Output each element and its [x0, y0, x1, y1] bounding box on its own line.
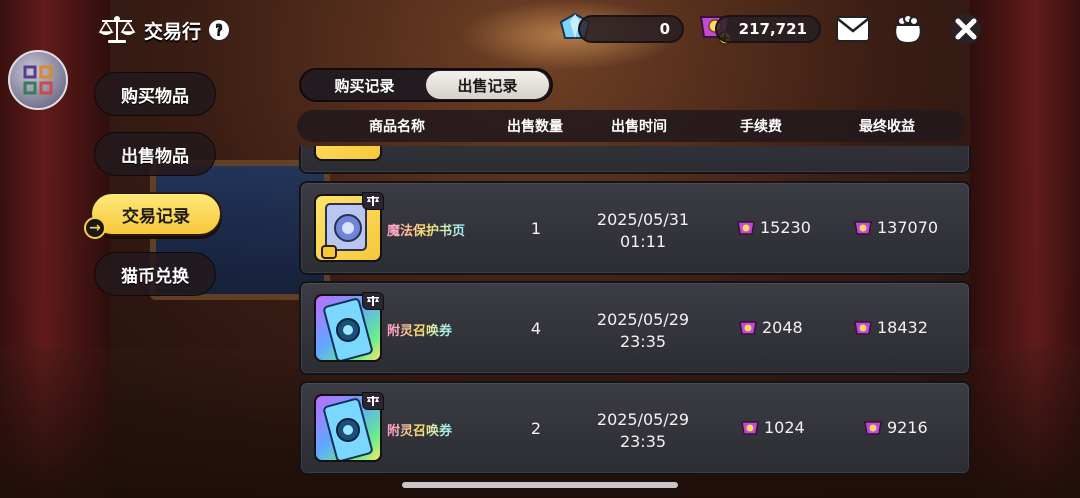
- gem-counter: 0: [578, 15, 684, 43]
- menu-item-cat-coin-exchange[interactable]: 猫币兑换: [94, 252, 216, 296]
- fee-cell: 2048: [739, 318, 803, 337]
- fee-cell: 1024: [741, 418, 805, 437]
- income-amount: 9216: [887, 418, 928, 437]
- page-title: 交易行 ?: [98, 14, 230, 46]
- column-quantity: 出售数量: [507, 119, 563, 135]
- close-icon: [951, 14, 981, 44]
- fee-cell: 15230: [737, 218, 811, 237]
- item-name: 魔法保护书页: [387, 220, 465, 239]
- column-final-income: 最终收益: [859, 119, 915, 135]
- sale-time: 23:35: [619, 332, 667, 351]
- menu-item-buy[interactable]: 购买物品: [94, 72, 216, 116]
- scale-badge-icon: [362, 192, 384, 210]
- fee-amount: 1024: [764, 418, 805, 437]
- menu-item-trade-records[interactable]: 交易记录: [90, 192, 222, 236]
- column-fee: 手续费: [740, 119, 782, 135]
- quantity-cell: 1: [530, 219, 542, 238]
- coin-counter: 217,721: [715, 15, 821, 43]
- bag-icon: [894, 14, 922, 45]
- records-list[interactable]: 魔法保护书页 1 2025/05/31 01:11 15230 137070 附…: [299, 146, 971, 480]
- scale-badge-icon: [362, 292, 384, 310]
- coin-small-icon: [864, 420, 882, 435]
- close-button[interactable]: [946, 12, 986, 46]
- avatar-emblem-icon: [23, 65, 53, 95]
- item-thumbnail: [314, 146, 382, 161]
- scale-badge-icon: [362, 392, 384, 410]
- quantity-cell: 2: [530, 419, 542, 438]
- time-cell: 2025/05/29 23:35: [583, 309, 703, 353]
- time-cell: 2025/05/29 23:35: [583, 409, 703, 453]
- table-row[interactable]: 魔法保护书页 1 2025/05/31 01:11 15230 137070: [299, 181, 971, 275]
- income-cell: 137070: [854, 218, 938, 237]
- column-sale-time: 出售时间: [611, 119, 667, 135]
- income-amount: 18432: [877, 318, 928, 337]
- coin-small-icon: [741, 420, 759, 435]
- bag-button[interactable]: [888, 12, 928, 46]
- coin-small-icon: [854, 220, 872, 235]
- record-tabs: 购买记录 出售记录: [299, 68, 553, 102]
- active-arrow-icon: →: [84, 217, 106, 239]
- tab-sell-record[interactable]: 出售记录: [426, 71, 549, 99]
- income-cell: 18432: [854, 318, 928, 337]
- coin-small-icon: [737, 220, 755, 235]
- help-icon[interactable]: ?: [209, 20, 230, 40]
- income-cell: 9216: [864, 418, 928, 437]
- menu-item-sell[interactable]: 出售物品: [94, 132, 216, 176]
- tab-buy-record[interactable]: 购买记录: [303, 71, 426, 99]
- table-row[interactable]: [299, 146, 971, 174]
- table-row[interactable]: 附灵召唤券 4 2025/05/29 23:35 2048 18432: [299, 281, 971, 375]
- fee-amount: 2048: [762, 318, 803, 337]
- sale-date: 2025/05/29: [596, 310, 690, 329]
- coin-small-icon: [739, 320, 757, 335]
- sale-time: 01:11: [619, 232, 667, 251]
- scale-icon: [98, 16, 136, 43]
- item-name: 附灵召唤券: [387, 320, 452, 339]
- time-cell: 2025/05/31 01:11: [583, 209, 703, 253]
- mail-icon: [836, 16, 870, 42]
- column-item-name: 商品名称: [369, 119, 425, 135]
- mail-button[interactable]: [833, 12, 873, 46]
- table-header: 商品名称 出售数量 出售时间 手续费 最终收益: [297, 110, 965, 142]
- sale-date: 2025/05/29: [596, 410, 690, 429]
- gem-amount: 0: [659, 20, 670, 38]
- table-row[interactable]: 附灵召唤券 2 2025/05/29 23:35 1024 9216: [299, 381, 971, 475]
- sale-time: 23:35: [619, 432, 667, 451]
- sale-date: 2025/05/31: [596, 210, 690, 229]
- quantity-cell: 4: [530, 319, 542, 338]
- coin-amount: 217,721: [738, 20, 807, 38]
- page-title-text: 交易行: [144, 20, 202, 43]
- coin-small-icon: [854, 320, 872, 335]
- income-amount: 137070: [877, 218, 939, 237]
- avatar[interactable]: [8, 50, 68, 110]
- item-name: 附灵召唤券: [387, 420, 452, 439]
- fee-amount: 15230: [760, 218, 811, 237]
- home-indicator[interactable]: [402, 482, 678, 488]
